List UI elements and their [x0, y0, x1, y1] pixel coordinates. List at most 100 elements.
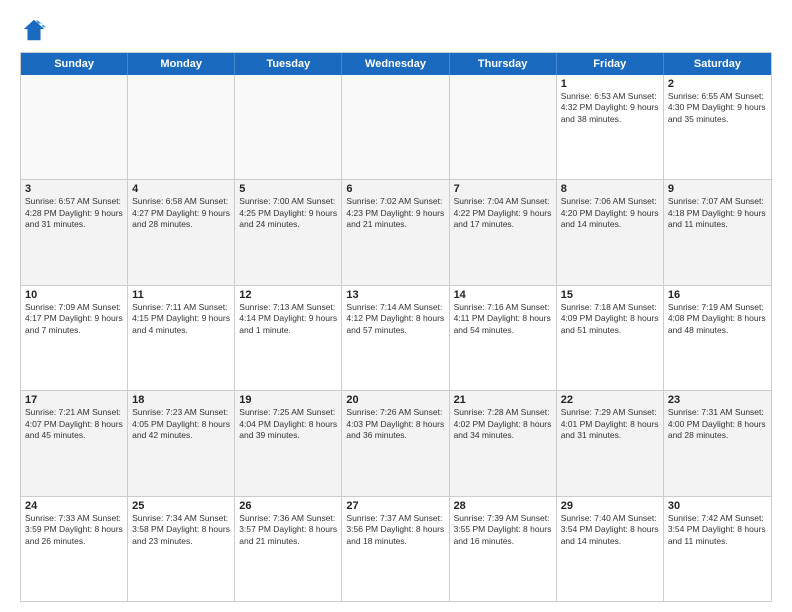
day-number: 27 [346, 500, 444, 512]
day-number: 3 [25, 183, 123, 195]
day-number: 2 [668, 78, 767, 90]
day-number: 1 [561, 78, 659, 90]
day-number: 21 [454, 394, 552, 406]
cell-info: Sunrise: 7:34 AM Sunset: 3:58 PM Dayligh… [132, 513, 230, 547]
day-number: 17 [25, 394, 123, 406]
day-number: 6 [346, 183, 444, 195]
cal-cell-17: 17Sunrise: 7:21 AM Sunset: 4:07 PM Dayli… [21, 391, 128, 495]
cal-header-friday: Friday [557, 53, 664, 75]
cal-row-2: 10Sunrise: 7:09 AM Sunset: 4:17 PM Dayli… [21, 286, 771, 391]
cal-cell-30: 30Sunrise: 7:42 AM Sunset: 3:54 PM Dayli… [664, 497, 771, 601]
cal-cell-28: 28Sunrise: 7:39 AM Sunset: 3:55 PM Dayli… [450, 497, 557, 601]
day-number: 28 [454, 500, 552, 512]
cell-info: Sunrise: 7:04 AM Sunset: 4:22 PM Dayligh… [454, 196, 552, 230]
cal-cell-23: 23Sunrise: 7:31 AM Sunset: 4:00 PM Dayli… [664, 391, 771, 495]
cell-info: Sunrise: 7:42 AM Sunset: 3:54 PM Dayligh… [668, 513, 767, 547]
cal-cell-11: 11Sunrise: 7:11 AM Sunset: 4:15 PM Dayli… [128, 286, 235, 390]
cell-info: Sunrise: 7:18 AM Sunset: 4:09 PM Dayligh… [561, 302, 659, 336]
day-number: 9 [668, 183, 767, 195]
cell-info: Sunrise: 7:33 AM Sunset: 3:59 PM Dayligh… [25, 513, 123, 547]
cal-cell-6: 6Sunrise: 7:02 AM Sunset: 4:23 PM Daylig… [342, 180, 449, 284]
cal-cell-29: 29Sunrise: 7:40 AM Sunset: 3:54 PM Dayli… [557, 497, 664, 601]
cell-info: Sunrise: 7:19 AM Sunset: 4:08 PM Dayligh… [668, 302, 767, 336]
cal-cell-empty-0-4 [450, 75, 557, 179]
cal-cell-19: 19Sunrise: 7:25 AM Sunset: 4:04 PM Dayli… [235, 391, 342, 495]
cal-cell-13: 13Sunrise: 7:14 AM Sunset: 4:12 PM Dayli… [342, 286, 449, 390]
cell-info: Sunrise: 7:36 AM Sunset: 3:57 PM Dayligh… [239, 513, 337, 547]
day-number: 25 [132, 500, 230, 512]
cal-header-sunday: Sunday [21, 53, 128, 75]
cal-cell-14: 14Sunrise: 7:16 AM Sunset: 4:11 PM Dayli… [450, 286, 557, 390]
day-number: 20 [346, 394, 444, 406]
cal-cell-16: 16Sunrise: 7:19 AM Sunset: 4:08 PM Dayli… [664, 286, 771, 390]
cal-cell-27: 27Sunrise: 7:37 AM Sunset: 3:56 PM Dayli… [342, 497, 449, 601]
cell-info: Sunrise: 7:16 AM Sunset: 4:11 PM Dayligh… [454, 302, 552, 336]
cal-header-thursday: Thursday [450, 53, 557, 75]
cal-cell-26: 26Sunrise: 7:36 AM Sunset: 3:57 PM Dayli… [235, 497, 342, 601]
cal-cell-18: 18Sunrise: 7:23 AM Sunset: 4:05 PM Dayli… [128, 391, 235, 495]
cell-info: Sunrise: 7:14 AM Sunset: 4:12 PM Dayligh… [346, 302, 444, 336]
calendar-header: SundayMondayTuesdayWednesdayThursdayFrid… [21, 53, 771, 75]
cell-info: Sunrise: 7:31 AM Sunset: 4:00 PM Dayligh… [668, 407, 767, 441]
cell-info: Sunrise: 7:23 AM Sunset: 4:05 PM Dayligh… [132, 407, 230, 441]
cal-cell-5: 5Sunrise: 7:00 AM Sunset: 4:25 PM Daylig… [235, 180, 342, 284]
cell-info: Sunrise: 7:11 AM Sunset: 4:15 PM Dayligh… [132, 302, 230, 336]
day-number: 29 [561, 500, 659, 512]
cal-header-saturday: Saturday [664, 53, 771, 75]
day-number: 16 [668, 289, 767, 301]
cal-row-3: 17Sunrise: 7:21 AM Sunset: 4:07 PM Dayli… [21, 391, 771, 496]
cell-info: Sunrise: 6:55 AM Sunset: 4:30 PM Dayligh… [668, 91, 767, 125]
cal-cell-21: 21Sunrise: 7:28 AM Sunset: 4:02 PM Dayli… [450, 391, 557, 495]
day-number: 10 [25, 289, 123, 301]
cal-cell-10: 10Sunrise: 7:09 AM Sunset: 4:17 PM Dayli… [21, 286, 128, 390]
logo-icon [20, 16, 48, 44]
cell-info: Sunrise: 7:25 AM Sunset: 4:04 PM Dayligh… [239, 407, 337, 441]
day-number: 14 [454, 289, 552, 301]
day-number: 15 [561, 289, 659, 301]
cell-info: Sunrise: 7:09 AM Sunset: 4:17 PM Dayligh… [25, 302, 123, 336]
cal-cell-20: 20Sunrise: 7:26 AM Sunset: 4:03 PM Dayli… [342, 391, 449, 495]
cell-info: Sunrise: 6:57 AM Sunset: 4:28 PM Dayligh… [25, 196, 123, 230]
cal-header-wednesday: Wednesday [342, 53, 449, 75]
day-number: 30 [668, 500, 767, 512]
cell-info: Sunrise: 7:00 AM Sunset: 4:25 PM Dayligh… [239, 196, 337, 230]
cell-info: Sunrise: 7:02 AM Sunset: 4:23 PM Dayligh… [346, 196, 444, 230]
day-number: 8 [561, 183, 659, 195]
cal-row-4: 24Sunrise: 7:33 AM Sunset: 3:59 PM Dayli… [21, 497, 771, 601]
cell-info: Sunrise: 7:39 AM Sunset: 3:55 PM Dayligh… [454, 513, 552, 547]
cell-info: Sunrise: 6:58 AM Sunset: 4:27 PM Dayligh… [132, 196, 230, 230]
cal-cell-15: 15Sunrise: 7:18 AM Sunset: 4:09 PM Dayli… [557, 286, 664, 390]
header [20, 16, 772, 44]
day-number: 7 [454, 183, 552, 195]
day-number: 13 [346, 289, 444, 301]
cal-cell-22: 22Sunrise: 7:29 AM Sunset: 4:01 PM Dayli… [557, 391, 664, 495]
cell-info: Sunrise: 7:07 AM Sunset: 4:18 PM Dayligh… [668, 196, 767, 230]
calendar: SundayMondayTuesdayWednesdayThursdayFrid… [20, 52, 772, 602]
cal-header-monday: Monday [128, 53, 235, 75]
day-number: 12 [239, 289, 337, 301]
page: SundayMondayTuesdayWednesdayThursdayFrid… [0, 0, 792, 612]
cal-cell-12: 12Sunrise: 7:13 AM Sunset: 4:14 PM Dayli… [235, 286, 342, 390]
day-number: 19 [239, 394, 337, 406]
cell-info: Sunrise: 6:53 AM Sunset: 4:32 PM Dayligh… [561, 91, 659, 125]
cal-cell-empty-0-3 [342, 75, 449, 179]
day-number: 4 [132, 183, 230, 195]
cal-cell-8: 8Sunrise: 7:06 AM Sunset: 4:20 PM Daylig… [557, 180, 664, 284]
day-number: 18 [132, 394, 230, 406]
logo [20, 16, 52, 44]
day-number: 11 [132, 289, 230, 301]
cell-info: Sunrise: 7:13 AM Sunset: 4:14 PM Dayligh… [239, 302, 337, 336]
day-number: 26 [239, 500, 337, 512]
cal-cell-9: 9Sunrise: 7:07 AM Sunset: 4:18 PM Daylig… [664, 180, 771, 284]
cal-row-0: 1Sunrise: 6:53 AM Sunset: 4:32 PM Daylig… [21, 75, 771, 180]
calendar-body: 1Sunrise: 6:53 AM Sunset: 4:32 PM Daylig… [21, 75, 771, 601]
cell-info: Sunrise: 7:40 AM Sunset: 3:54 PM Dayligh… [561, 513, 659, 547]
cal-cell-3: 3Sunrise: 6:57 AM Sunset: 4:28 PM Daylig… [21, 180, 128, 284]
cell-info: Sunrise: 7:06 AM Sunset: 4:20 PM Dayligh… [561, 196, 659, 230]
cal-cell-empty-0-0 [21, 75, 128, 179]
cal-cell-24: 24Sunrise: 7:33 AM Sunset: 3:59 PM Dayli… [21, 497, 128, 601]
cal-header-tuesday: Tuesday [235, 53, 342, 75]
cell-info: Sunrise: 7:26 AM Sunset: 4:03 PM Dayligh… [346, 407, 444, 441]
cal-cell-1: 1Sunrise: 6:53 AM Sunset: 4:32 PM Daylig… [557, 75, 664, 179]
cell-info: Sunrise: 7:37 AM Sunset: 3:56 PM Dayligh… [346, 513, 444, 547]
